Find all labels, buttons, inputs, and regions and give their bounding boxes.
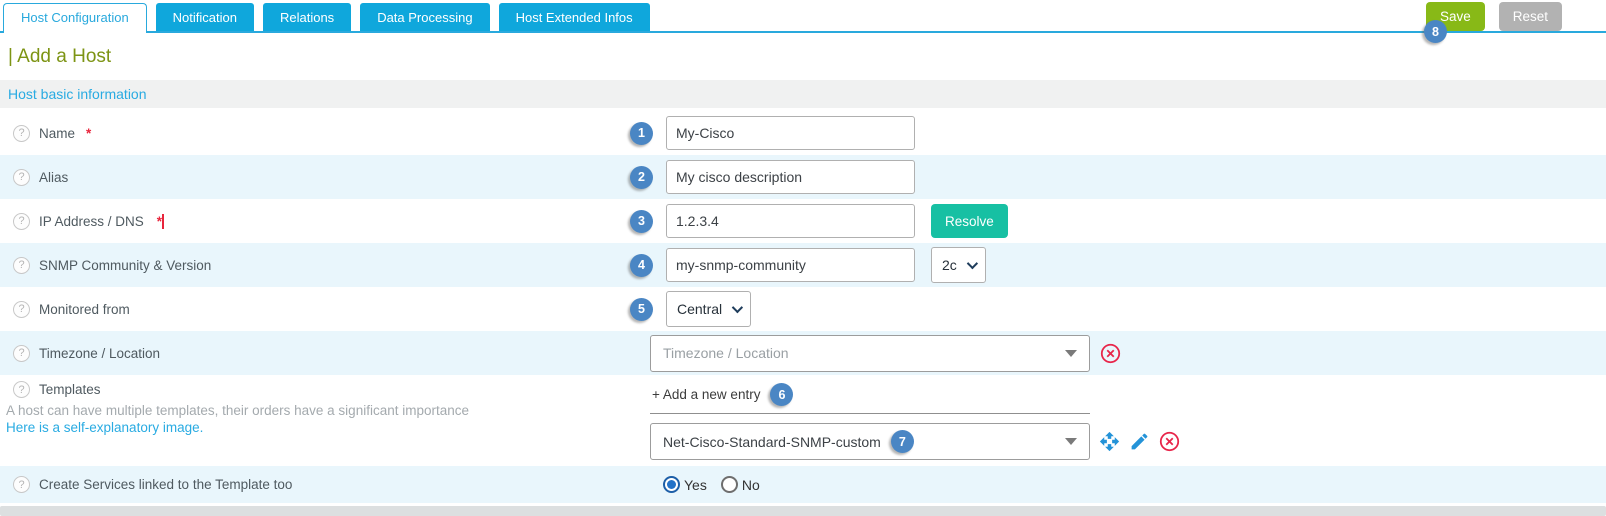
templates-label-cell: ? Templates A host can have multiple tem… bbox=[0, 381, 630, 435]
annotation-badge-3: 3 bbox=[630, 210, 653, 233]
tab-bar: Host Configuration Notification Relation… bbox=[0, 0, 1606, 33]
snmp-community-input[interactable] bbox=[666, 248, 915, 282]
row-alias: ? Alias 2 bbox=[0, 155, 1606, 199]
snmp-control: 4 2c bbox=[630, 247, 986, 283]
dropdown-caret-icon bbox=[1065, 350, 1077, 357]
chevron-down-icon bbox=[732, 302, 743, 313]
annotation-badge-6: 6 bbox=[770, 383, 793, 406]
alias-control: 2 bbox=[630, 160, 915, 194]
create-services-no-option[interactable]: No bbox=[721, 476, 760, 493]
timezone-combobox[interactable]: Timezone / Location bbox=[650, 335, 1090, 372]
ip-control: 3 Resolve bbox=[630, 204, 1008, 238]
templates-label: Templates bbox=[39, 382, 101, 397]
delete-template-icon[interactable] bbox=[1159, 431, 1180, 452]
ip-label-cell: ? IP Address / DNS * bbox=[0, 213, 630, 230]
template-select-row: Net-Cisco-Standard-SNMP-custom 7 bbox=[650, 423, 1180, 460]
section-title: Host basic information bbox=[8, 86, 147, 102]
create-services-yes-option[interactable]: Yes bbox=[663, 476, 707, 493]
add-new-entry-link[interactable]: + Add a new entry bbox=[652, 387, 760, 402]
tab-data-processing[interactable]: Data Processing bbox=[360, 3, 489, 31]
name-input[interactable] bbox=[666, 116, 915, 150]
timezone-label-cell: ? Timezone / Location bbox=[0, 345, 630, 362]
help-icon[interactable]: ? bbox=[13, 169, 30, 186]
required-caret-mark bbox=[162, 214, 164, 229]
template-value: Net-Cisco-Standard-SNMP-custom bbox=[663, 434, 881, 450]
template-combobox[interactable]: Net-Cisco-Standard-SNMP-custom 7 bbox=[650, 423, 1090, 460]
alias-input[interactable] bbox=[666, 160, 915, 194]
monitored-from-label-cell: ? Monitored from bbox=[0, 301, 630, 318]
page-title: | Add a Host bbox=[0, 33, 1606, 80]
section-host-basic-information: Host basic information bbox=[0, 80, 1606, 108]
row-timezone: ? Timezone / Location Timezone / Locatio… bbox=[0, 331, 1606, 375]
bottom-divider bbox=[0, 506, 1606, 516]
create-services-label-cell: ? Create Services linked to the Template… bbox=[0, 476, 630, 493]
ip-address-input[interactable] bbox=[666, 204, 915, 238]
row-ip-address: ? IP Address / DNS * 3 Resolve bbox=[0, 199, 1606, 243]
monitored-from-select[interactable]: Central bbox=[666, 291, 751, 327]
help-icon[interactable]: ? bbox=[13, 345, 30, 362]
help-icon[interactable]: ? bbox=[13, 213, 30, 230]
row-name: ? Name * 1 bbox=[0, 111, 1606, 155]
snmp-label-cell: ? SNMP Community & Version bbox=[0, 257, 630, 274]
annotation-badge-2: 2 bbox=[630, 166, 653, 189]
reset-button[interactable]: Reset bbox=[1499, 2, 1562, 31]
timezone-placeholder: Timezone / Location bbox=[663, 345, 789, 361]
clear-timezone-icon[interactable] bbox=[1100, 343, 1121, 364]
tab-actions: Save Reset bbox=[1426, 2, 1562, 31]
tab-notification[interactable]: Notification bbox=[156, 3, 254, 31]
help-icon[interactable]: ? bbox=[13, 125, 30, 142]
no-label: No bbox=[742, 477, 760, 493]
create-services-radio-group: Yes No bbox=[663, 476, 760, 493]
move-template-icon[interactable] bbox=[1099, 431, 1120, 452]
annotation-badge-4: 4 bbox=[630, 254, 653, 277]
templates-help-text: A host can have multiple templates, thei… bbox=[6, 402, 630, 420]
annotation-badge-5: 5 bbox=[630, 298, 653, 321]
timezone-control: Timezone / Location bbox=[650, 335, 1121, 372]
yes-label: Yes bbox=[684, 477, 707, 493]
name-label-cell: ? Name * bbox=[0, 125, 630, 142]
help-icon[interactable]: ? bbox=[13, 301, 30, 318]
snmp-version-select[interactable]: 2c bbox=[931, 247, 986, 283]
templates-control: + Add a new entry 6 Net-Cisco-Standard-S… bbox=[650, 381, 1180, 460]
name-control: 1 bbox=[630, 116, 915, 150]
radio-unselected-icon bbox=[721, 476, 738, 493]
snmp-version-value: 2c bbox=[942, 257, 957, 273]
row-create-services: ? Create Services linked to the Template… bbox=[0, 466, 1606, 503]
required-asterisk: * bbox=[86, 126, 91, 141]
help-icon[interactable]: ? bbox=[13, 381, 30, 398]
name-label: Name bbox=[39, 126, 75, 141]
templates-help-link[interactable]: Here is a self-explanatory image. bbox=[6, 420, 630, 435]
annotation-badge-1: 1 bbox=[630, 122, 653, 145]
tab-host-configuration[interactable]: Host Configuration bbox=[3, 3, 147, 33]
tab-relations[interactable]: Relations bbox=[263, 3, 351, 31]
alias-label: Alias bbox=[39, 170, 68, 185]
monitored-from-control: 5 Central bbox=[630, 291, 751, 327]
create-services-label: Create Services linked to the Template t… bbox=[39, 477, 292, 492]
alias-label-cell: ? Alias bbox=[0, 169, 630, 186]
help-icon[interactable]: ? bbox=[13, 257, 30, 274]
dropdown-caret-icon bbox=[1065, 438, 1077, 445]
chevron-down-icon bbox=[967, 258, 978, 269]
tab-host-extended-infos[interactable]: Host Extended Infos bbox=[499, 3, 650, 31]
edit-template-icon[interactable] bbox=[1129, 431, 1150, 452]
row-snmp: ? SNMP Community & Version 4 2c bbox=[0, 243, 1606, 287]
help-icon[interactable]: ? bbox=[13, 476, 30, 493]
radio-selected-icon bbox=[663, 476, 680, 493]
add-entry-row: + Add a new entry 6 bbox=[650, 381, 1090, 414]
monitored-from-label: Monitored from bbox=[39, 302, 130, 317]
row-monitored-from: ? Monitored from 5 Central bbox=[0, 287, 1606, 331]
annotation-badge-8: 8 bbox=[1424, 20, 1447, 43]
annotation-badge-7: 7 bbox=[891, 430, 914, 453]
monitored-from-value: Central bbox=[677, 301, 722, 317]
snmp-label: SNMP Community & Version bbox=[39, 258, 211, 273]
resolve-button[interactable]: Resolve bbox=[931, 204, 1008, 238]
ip-label: IP Address / DNS bbox=[39, 214, 144, 229]
timezone-label: Timezone / Location bbox=[39, 346, 160, 361]
row-templates: ? Templates A host can have multiple tem… bbox=[0, 375, 1606, 466]
